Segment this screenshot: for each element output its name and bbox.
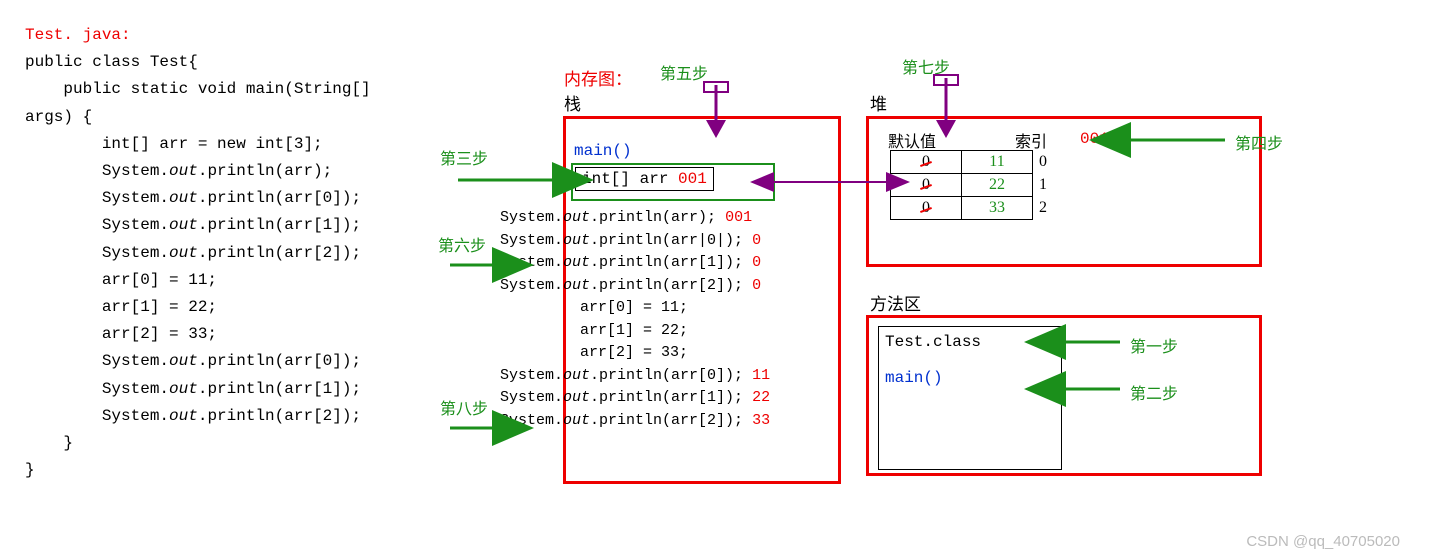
method-main: main() (885, 369, 1055, 387)
stack-addr-val: 001 (678, 170, 707, 188)
step5-label: 第五步 (660, 60, 708, 84)
heap-default-label: 默认值 (888, 128, 936, 152)
heap-title: 堆 (870, 90, 887, 115)
memory-diagram-title: 内存图： (564, 65, 632, 90)
heap-index-label: 索引 (1015, 128, 1047, 152)
heap-addr: 001 (1080, 130, 1109, 148)
heap-table: 0 11 0 0 22 1 0 33 2 (890, 150, 1049, 220)
stack-main-label: main() (574, 142, 632, 160)
step7-label: 第七步 (902, 54, 950, 78)
method-area-title: 方法区 (870, 290, 921, 315)
step8-label: 第八步 (440, 395, 488, 419)
step2-label: 第二步 (1130, 380, 1178, 404)
source-code: Test. java: public class Test{ public st… (25, 22, 371, 484)
step1-label: 第一步 (1130, 333, 1178, 357)
stack-arr-box: int[] arr 001 (571, 163, 775, 201)
step6-label: 第六步 (438, 232, 486, 256)
filename: Test. java: (25, 26, 131, 44)
method-classfile: Test.class (885, 333, 1055, 351)
stack-lines: System.out.println(arr); 001 System.out.… (500, 207, 770, 432)
method-area-inner: Test.class main() (878, 326, 1062, 470)
step3-label: 第三步 (440, 145, 488, 169)
stack-title: 栈 (564, 90, 581, 115)
watermark: CSDN @qq_40705020 (1246, 533, 1400, 550)
step4-label: 第四步 (1235, 130, 1283, 154)
